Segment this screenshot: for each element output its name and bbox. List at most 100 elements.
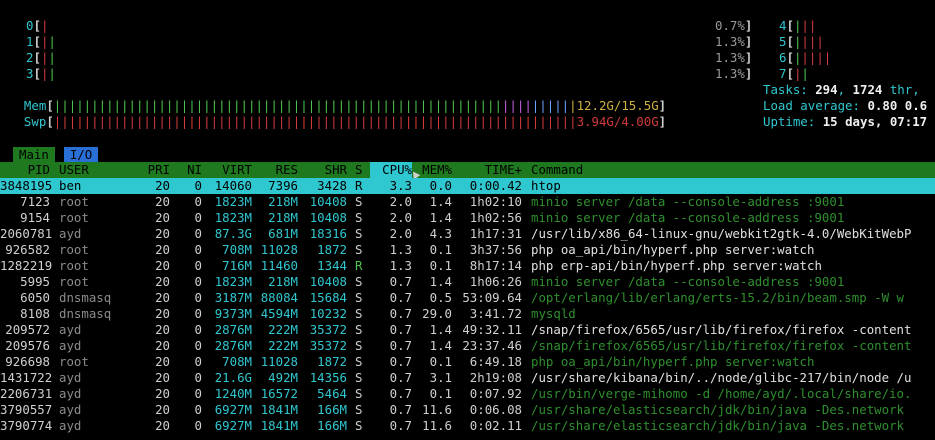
col-mem[interactable]: MEM% [414, 162, 452, 178]
cell-ni: 0 [194, 418, 202, 433]
uptime: Uptime: 15 days, 07:17 [763, 114, 928, 129]
cell-virt: 9373M [214, 306, 252, 321]
cell-user: ayd [59, 386, 82, 401]
cpu-meter-4: 4[||| [779, 18, 817, 33]
col-shr[interactable]: SHR [306, 162, 347, 178]
cell-user: dnsmasq [59, 290, 112, 305]
cell-pri: 20 [155, 386, 170, 401]
cell-s: S [355, 274, 363, 289]
cell-virt: 21.6G [214, 370, 252, 385]
cell-user: root [59, 194, 89, 209]
cell-res: 7396 [268, 178, 298, 193]
cell-pid: 3848195 [0, 178, 53, 193]
cell-mem: 3.1 [429, 370, 452, 385]
cell-ni: 0 [194, 258, 202, 273]
cell-cpu: 0.7 [389, 306, 412, 321]
col-cpu[interactable]: CPU% [370, 162, 412, 178]
col-state[interactable]: S [355, 162, 362, 178]
cell-mem: 0.1 [429, 242, 452, 257]
table-row[interactable]: 926698 root 20 0 708M 11028 1872 S 0.7 0.1 6:49.18… [0, 354, 935, 370]
col-pri[interactable]: PRI [140, 162, 170, 178]
col-time[interactable]: TIME+ [460, 162, 522, 178]
cell-mem: 0.1 [429, 386, 452, 401]
cell-res: 1841M [260, 418, 298, 433]
cell-mem: 0.1 [429, 258, 452, 273]
table-row[interactable]: 1282219 root 20 0 716M 11460 1344 R 1.3 0.1 8h17:1… [0, 258, 935, 274]
cell-pri: 20 [155, 306, 170, 321]
cell-command: /usr/lib/x86_64-linux-gnu/webkit2gtk-4.0… [531, 226, 912, 241]
cell-time: 0:06.08 [469, 402, 522, 417]
cell-user: ayd [59, 338, 82, 353]
cpu-meter-2: 2[|| [26, 50, 56, 65]
cell-pri: 20 [155, 194, 170, 209]
table-row[interactable]: 1431722 ayd 20 0 21.6G 492M 14356 S 0.7 3.1 2h19:0… [0, 370, 935, 386]
cell-cpu: 2.0 [389, 226, 412, 241]
table-row[interactable]: 5995 root 20 0 1823M 218M 10408 S 0.7 1.4 1h06:26 m… [0, 274, 935, 290]
cell-pid: 209576 [5, 338, 50, 353]
cell-time: 0:07.92 [469, 386, 522, 401]
table-row[interactable]: 926582 root 20 0 708M 11028 1872 S 1.3 0.1 3h37:56… [0, 242, 935, 258]
table-row[interactable]: 2060781 ayd 20 0 87.3G 681M 18316 S 2.0 4.3 1h17:3… [0, 226, 935, 242]
tab-main[interactable]: Main [13, 147, 55, 162]
table-row[interactable]: 3790557 ayd 20 0 6927M 1841M 166M S 0.7 11.6 0:06.… [0, 402, 935, 418]
cell-user: ben [59, 178, 82, 193]
cell-virt: 2876M [214, 322, 252, 337]
cell-pri: 20 [155, 274, 170, 289]
cell-pri: 20 [155, 322, 170, 337]
table-row[interactable]: 8108 dnsmasq 20 0 9373M 4594M 10232 S 0.7 29.0 3:4… [0, 306, 935, 322]
table-row[interactable]: 7123 root 20 0 1823M 218M 10408 S 2.0 1.4 1h02:10 m… [0, 194, 935, 210]
cell-shr: 10232 [309, 306, 347, 321]
cell-shr: 10408 [309, 274, 347, 289]
cell-cpu: 0.7 [389, 418, 412, 433]
table-row[interactable]: 6050 dnsmasq 20 0 3187M 88084 15684 S 0.7 0.5 53:0… [0, 290, 935, 306]
cpu-meter-0: 0[| [26, 18, 49, 33]
cell-res: 492M [268, 370, 298, 385]
cell-res: 1841M [260, 402, 298, 417]
table-row[interactable]: 209572 ayd 20 0 2876M 222M 35372 S 0.7 1.4 49:32.1… [0, 322, 935, 338]
cell-mem: 11.6 [422, 402, 452, 417]
table-row[interactable]: 209576 ayd 20 0 2876M 222M 35372 S 0.7 1.4 23:37.4… [0, 338, 935, 354]
col-res[interactable]: RES [260, 162, 298, 178]
cell-virt: 1823M [214, 274, 252, 289]
col-ni[interactable]: NI [180, 162, 202, 178]
tab-io[interactable]: I/O [63, 147, 99, 162]
cell-shr: 1872 [317, 354, 347, 369]
process-table-header: PID USER PRI NI VIRT RES SHR S CPU% MEM%… [0, 162, 935, 178]
col-user[interactable]: USER [59, 162, 89, 178]
cell-user: dnsmasq [59, 306, 112, 321]
cell-shr: 10408 [309, 194, 347, 209]
cell-s: S [355, 194, 363, 209]
col-command[interactable]: Command [531, 162, 583, 178]
table-row[interactable]: 9154 root 20 0 1823M 218M 10408 S 2.0 1.4 1h02:56 m… [0, 210, 935, 226]
cell-command: /usr/share/elasticsearch/jdk/bin/java -D… [531, 402, 904, 417]
table-row[interactable]: 2206731 ayd 20 0 1240M 16572 5464 S 0.7 0.1 0:07.9… [0, 386, 935, 402]
table-row[interactable]: 3848195 ben 20 0 14060 7396 3428 R 3.3 0.0 0:00.42… [0, 178, 935, 194]
cell-time: 0:02.11 [469, 418, 522, 433]
cpu-meter-3: 3[|| [26, 66, 56, 81]
cell-pri: 20 [155, 242, 170, 257]
cell-command: /usr/share/elasticsearch/jdk/bin/java -D… [531, 418, 904, 433]
cell-shr: 166M [317, 402, 347, 417]
cell-ni: 0 [194, 226, 202, 241]
cell-command: /usr/share/kibana/bin/../node/glibc-217/… [531, 370, 912, 385]
cell-res: 11460 [260, 258, 298, 273]
tasks-summary: Tasks: 294, 1724 thr, [763, 82, 920, 97]
col-pid[interactable]: PID [0, 162, 50, 178]
cell-s: S [355, 338, 363, 353]
table-row[interactable]: 3790774 ayd 20 0 6927M 1841M 166M S 0.7 11.6 0:02.… [0, 418, 935, 434]
cell-time: 1h17:31 [469, 226, 522, 241]
cell-virt: 14060 [214, 178, 252, 193]
cell-res: 222M [268, 338, 298, 353]
cell-res: 16572 [260, 386, 298, 401]
swap-value: 3.94G/4.00G [576, 114, 659, 129]
cell-res: 681M [268, 226, 298, 241]
cell-virt: 6927M [214, 418, 252, 433]
cell-command: minio server /data --console-address :90… [531, 194, 845, 209]
cpu-percent-2: 1.3%] [715, 50, 753, 65]
cell-ni: 0 [194, 242, 202, 257]
cell-command: mysqld [531, 306, 576, 321]
cell-res: 88084 [260, 290, 298, 305]
cell-pid: 1431722 [0, 370, 53, 385]
col-virt[interactable]: VIRT [210, 162, 252, 178]
cell-virt: 1240M [214, 386, 252, 401]
